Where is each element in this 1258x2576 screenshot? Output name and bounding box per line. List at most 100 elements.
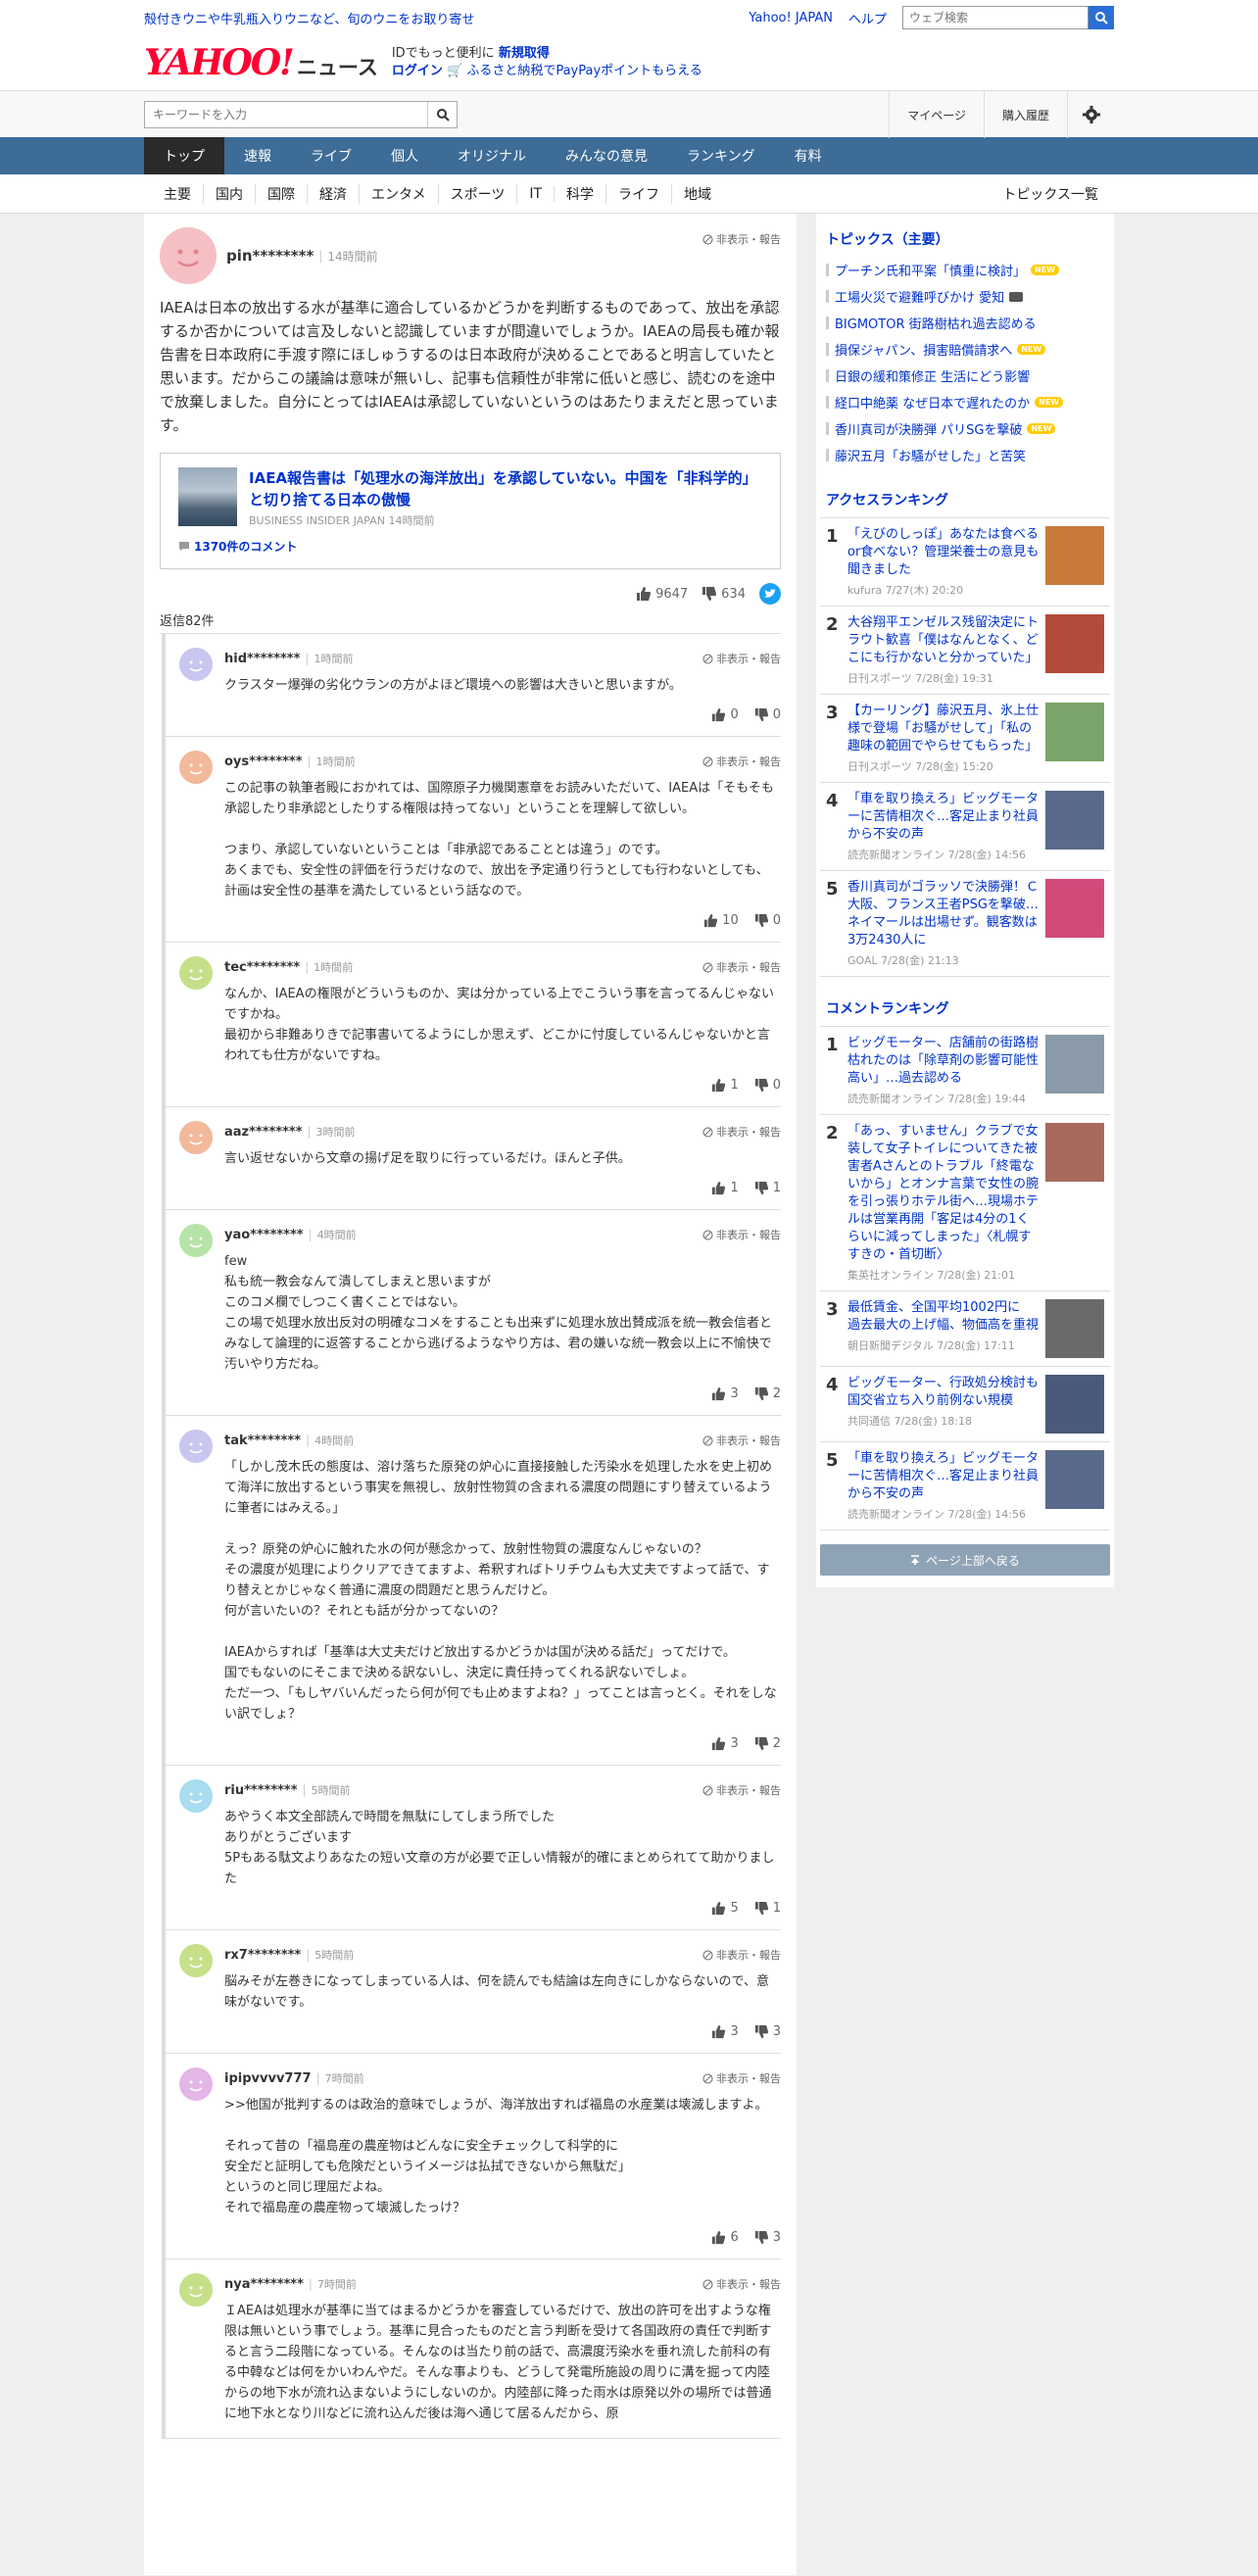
like-button[interactable]: 3 xyxy=(711,2024,739,2039)
dislike-button[interactable]: 1 xyxy=(754,1901,781,1916)
topic-item[interactable]: プーチン氏和平案「慎重に検討」 NEW xyxy=(820,257,1110,283)
category-9[interactable]: 地域 xyxy=(672,184,723,204)
hide-report-button[interactable]: 非表示・報告 xyxy=(702,2070,781,2086)
reply-username[interactable]: tec******** xyxy=(224,960,300,975)
tab-4[interactable]: オリジナル xyxy=(438,137,546,174)
tab-3[interactable]: 個人 xyxy=(371,137,438,174)
furusato-link[interactable]: ふるさと納税でPayPayポイントもらえる xyxy=(466,64,702,78)
rank-title[interactable]: ビッグモーター、行政処分検討も 国交省立ち入り前例ない規模 xyxy=(847,1375,1040,1410)
comment-username[interactable]: pin******** xyxy=(226,247,314,265)
dislike-button[interactable]: 0 xyxy=(754,913,781,928)
hide-report-button[interactable]: 非表示・報告 xyxy=(702,959,781,975)
topic-item[interactable]: 日銀の緩和策修正 生活にどう影響 xyxy=(820,363,1110,389)
help-link[interactable]: ヘルプ xyxy=(848,9,887,27)
like-button[interactable]: 1 xyxy=(711,1078,739,1093)
article-title[interactable]: IAEA報告書は「処理水の海洋放出」を承認していない。中国を「非科学的」と切り捨… xyxy=(249,467,762,510)
yahoo-japan-link[interactable]: Yahoo! JAPAN xyxy=(749,11,833,25)
rank-title[interactable]: 「えびのしっぽ」あなたは食べるor食べない？管理栄養士の意見も聞きました xyxy=(847,526,1040,579)
rank-title[interactable]: 「あっ、すいません」クラブで女装して女子トイレについてきた被害者Aさんとのトラブ… xyxy=(847,1123,1040,1264)
ranking-item[interactable]: 3 最低賃金、全国平均1002円に 過去最大の上げ幅、物価高を重視 朝日新聞デジタル… xyxy=(820,1291,1110,1367)
dislike-button[interactable]: 3 xyxy=(754,2230,781,2245)
dislike-button[interactable]: 0 xyxy=(754,707,781,722)
category-0[interactable]: 主要 xyxy=(144,184,204,204)
reply-username[interactable]: nya******** xyxy=(224,2277,304,2292)
rank-title[interactable]: ビッグモーター、店舗前の街路樹枯れたのは「除草剤の影響可能性高い」…過去認める xyxy=(847,1035,1040,1088)
hide-report-button[interactable]: 非表示・報告 xyxy=(702,753,781,769)
ranking-item[interactable]: 3 【カーリング】藤沢五月、氷上仕様で登場「お騒がせして」「私の趣味の範囲でやらせ… xyxy=(820,695,1110,783)
category-7[interactable]: 科学 xyxy=(555,184,607,204)
like-button[interactable]: 3 xyxy=(711,1386,739,1401)
tab-2[interactable]: ライブ xyxy=(291,137,371,174)
all-topics-link[interactable]: トピックス一覧 xyxy=(1002,184,1114,204)
like-button[interactable]: 6 xyxy=(711,2230,739,2245)
dislike-button[interactable]: 1 xyxy=(754,1181,781,1195)
reply-username[interactable]: aaz******** xyxy=(224,1125,303,1140)
hide-report-button[interactable]: 非表示・報告 xyxy=(702,651,781,666)
promo-link[interactable]: 殻付きウニや牛乳瓶入りウニなど、旬のウニをお取り寄せ xyxy=(144,9,474,27)
ranking-item[interactable]: 5 「車を取り換えろ」ビッグモーターに苦情相次ぐ…客足止まり社員から不安の声 読売新… xyxy=(820,1442,1110,1531)
category-5[interactable]: スポーツ xyxy=(439,184,518,204)
dislike-button[interactable]: 2 xyxy=(754,1736,781,1751)
topic-item[interactable]: 香川真司が決勝弾 パリSGを撃破 NEW xyxy=(820,415,1110,442)
ranking-item[interactable]: 1 ビッグモーター、店舗前の街路樹枯れたのは「除草剤の影響可能性高い」…過去認める… xyxy=(820,1027,1110,1115)
ranking-item[interactable]: 5 香川真司がゴラッソで決勝弾！Ｃ大阪、フランス王者PSGを撃破…ネイマールは出場… xyxy=(820,871,1110,977)
web-search-button[interactable] xyxy=(1089,6,1114,29)
tab-6[interactable]: ランキング xyxy=(667,137,775,174)
rank-title[interactable]: 最低賃金、全国平均1002円に 過去最大の上げ幅、物価高を重視 xyxy=(847,1299,1040,1335)
rank-title[interactable]: 大谷翔平エンゼルス残留決定にトラウト歓喜「僕はなんとなく、どこにも行かないと分か… xyxy=(847,614,1040,667)
reply-username[interactable]: rx7******** xyxy=(224,1948,301,1963)
rank-title[interactable]: 「車を取り換えろ」ビッグモーターに苦情相次ぐ…客足止まり社員から不安の声 xyxy=(847,791,1040,844)
settings-button[interactable] xyxy=(1067,91,1114,138)
web-search-input[interactable] xyxy=(902,6,1089,29)
like-button[interactable]: 3 xyxy=(711,1736,739,1751)
hide-report-button[interactable]: 非表示・報告 xyxy=(702,2276,781,2292)
like-button[interactable]: 0 xyxy=(711,707,739,722)
rank-title[interactable]: 香川真司がゴラッソで決勝弾！Ｃ大阪、フランス王者PSGを撃破…ネイマールは出場せ… xyxy=(847,879,1040,949)
like-button[interactable]: 5 xyxy=(711,1901,739,1916)
rank-title[interactable]: 「車を取り換えろ」ビッグモーターに苦情相次ぐ…客足止まり社員から不安の声 xyxy=(847,1450,1040,1503)
register-link[interactable]: 新規取得 xyxy=(499,46,550,61)
category-8[interactable]: ライフ xyxy=(606,184,673,204)
article-card[interactable]: IAEA報告書は「処理水の海洋放出」を承認していない。中国を「非科学的」と切り捨… xyxy=(160,453,781,569)
reply-username[interactable]: ipipvvvv777 xyxy=(224,2071,312,2086)
topic-item[interactable]: 工場火災で避難呼びかけ 愛知 xyxy=(820,283,1110,310)
ranking-item[interactable]: 2 「あっ、すいません」クラブで女装して女子トイレについてきた被害者Aさんとのトラ… xyxy=(820,1115,1110,1291)
hide-report-button[interactable]: 非表示・報告 xyxy=(702,1947,781,1963)
category-1[interactable]: 国内 xyxy=(204,184,256,204)
ranking-item[interactable]: 2 大谷翔平エンゼルス残留決定にトラウト歓喜「僕はなんとなく、どこにも行かないと分… xyxy=(820,607,1110,695)
like-button[interactable]: 1 xyxy=(711,1181,739,1195)
category-3[interactable]: 経済 xyxy=(308,184,360,204)
ranking-item[interactable]: 1 「えびのしっぽ」あなたは食べるor食べない？管理栄養士の意見も聞きました kuf… xyxy=(820,518,1110,607)
article-comment-count[interactable]: 1370件のコメント xyxy=(178,538,762,555)
tab-7[interactable]: 有料 xyxy=(775,137,842,174)
tab-0[interactable]: トップ xyxy=(144,137,224,174)
keyword-input[interactable] xyxy=(145,102,427,127)
category-4[interactable]: エンタメ xyxy=(360,184,439,204)
dislike-button[interactable]: 634 xyxy=(702,586,746,602)
reply-username[interactable]: riu******** xyxy=(224,1783,298,1798)
hide-report-button[interactable]: 非表示・報告 xyxy=(702,1782,781,1798)
dislike-button[interactable]: 2 xyxy=(754,1386,781,1401)
hide-report-button[interactable]: 非表示・報告 xyxy=(702,1227,781,1242)
reply-username[interactable]: yao******** xyxy=(224,1228,304,1242)
category-2[interactable]: 国際 xyxy=(256,184,308,204)
like-button[interactable]: 9647 xyxy=(636,586,688,602)
topic-item[interactable]: 損保ジャパン、損害賠償請求へ NEW xyxy=(820,336,1110,363)
purchase-history-link[interactable]: 購入履歴 xyxy=(983,91,1067,138)
hide-report-button[interactable]: 非表示・報告 xyxy=(702,1124,781,1140)
topic-item[interactable]: 経口中絶薬 なぜ日本で遅れたのか NEW xyxy=(820,389,1110,415)
rank-title[interactable]: 【カーリング】藤沢五月、氷上仕様で登場「お騒がせして」「私の趣味の範囲でやらせて… xyxy=(847,703,1040,755)
tab-1[interactable]: 速報 xyxy=(224,137,291,174)
mypage-link[interactable]: マイページ xyxy=(889,91,984,138)
dislike-button[interactable]: 0 xyxy=(754,1078,781,1093)
dislike-button[interactable]: 3 xyxy=(754,2024,781,2039)
hide-report-button[interactable]: 非表示・報告 xyxy=(702,1433,781,1448)
category-6[interactable]: IT xyxy=(517,186,556,202)
reply-username[interactable]: hid******** xyxy=(224,652,300,666)
like-button[interactable]: 10 xyxy=(703,913,739,928)
login-link[interactable]: ログイン xyxy=(392,64,443,78)
reply-username[interactable]: tak******** xyxy=(224,1434,301,1448)
yahoo-news-logo[interactable]: YAHOO! ニュース xyxy=(144,42,378,83)
hide-report-button[interactable]: 非表示・報告 xyxy=(702,231,781,247)
twitter-share-button[interactable] xyxy=(759,583,781,605)
